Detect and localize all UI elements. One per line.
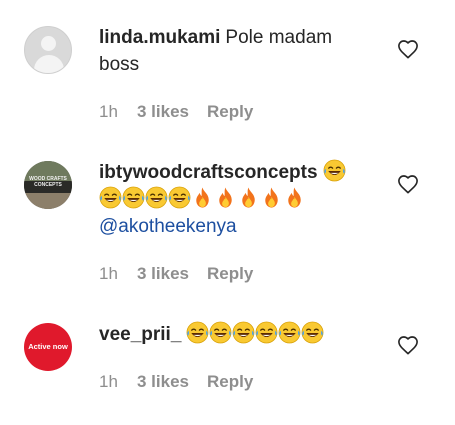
comment-likes[interactable]: 3 likes [137, 264, 207, 284]
emoji-row [99, 186, 369, 213]
reply-button[interactable]: Reply [207, 264, 253, 284]
laughing-emoji-icon [99, 186, 122, 209]
comment-body: linda.mukami Pole madam boss [99, 24, 369, 78]
avatar[interactable]: Active now [24, 323, 72, 371]
comment-username[interactable]: ibtywoodcraftsconcepts [99, 162, 318, 183]
comment-likes[interactable]: 3 likes [137, 372, 207, 392]
reply-button[interactable]: Reply [207, 372, 253, 392]
laughing-emoji-icon [209, 321, 232, 344]
fire-emoji-icon [214, 186, 237, 209]
comment-username[interactable]: linda.mukami [99, 27, 220, 48]
laughing-emoji-icon [255, 321, 278, 344]
laughing-emoji-icon [323, 159, 346, 182]
comment-meta: 1h 3 likes Reply [99, 102, 253, 122]
emoji-row [186, 324, 324, 345]
avatar[interactable]: WOOD CRAFTS CONCEPTS [24, 161, 72, 209]
avatar-logo-text: WOOD CRAFTS CONCEPTS [29, 176, 67, 188]
comment-time: 1h [99, 102, 118, 121]
fire-emoji-icon [191, 186, 214, 209]
laughing-emoji-icon [301, 321, 324, 344]
comment-time: 1h [99, 264, 118, 283]
comment-time: 1h [99, 372, 118, 391]
laughing-emoji-icon [122, 186, 145, 209]
fire-emoji-icon [283, 186, 306, 209]
heart-outline-icon[interactable] [397, 174, 419, 194]
comment-meta: 1h 3 likes Reply [99, 264, 253, 284]
active-now-label: Active now [28, 342, 68, 351]
fire-emoji-icon [260, 186, 283, 209]
comment-likes[interactable]: 3 likes [137, 102, 207, 122]
laughing-emoji-icon [186, 321, 209, 344]
heart-outline-icon[interactable] [397, 335, 419, 355]
fire-emoji-icon [237, 186, 260, 209]
laughing-emoji-icon [278, 321, 301, 344]
laughing-emoji-icon [145, 186, 168, 209]
laughing-emoji-icon [232, 321, 255, 344]
heart-outline-icon[interactable] [397, 39, 419, 59]
comment-body: ibtywoodcraftsconcepts @akotheekenya [99, 159, 369, 240]
avatar[interactable] [24, 26, 72, 74]
mention-link[interactable]: @akotheekenya [99, 213, 369, 240]
reply-button[interactable]: Reply [207, 102, 253, 122]
comment-username[interactable]: vee_prii_ [99, 324, 181, 345]
comment-body: vee_prii_ [99, 321, 369, 348]
laughing-emoji-icon [168, 186, 191, 209]
comment-meta: 1h 3 likes Reply [99, 372, 253, 392]
